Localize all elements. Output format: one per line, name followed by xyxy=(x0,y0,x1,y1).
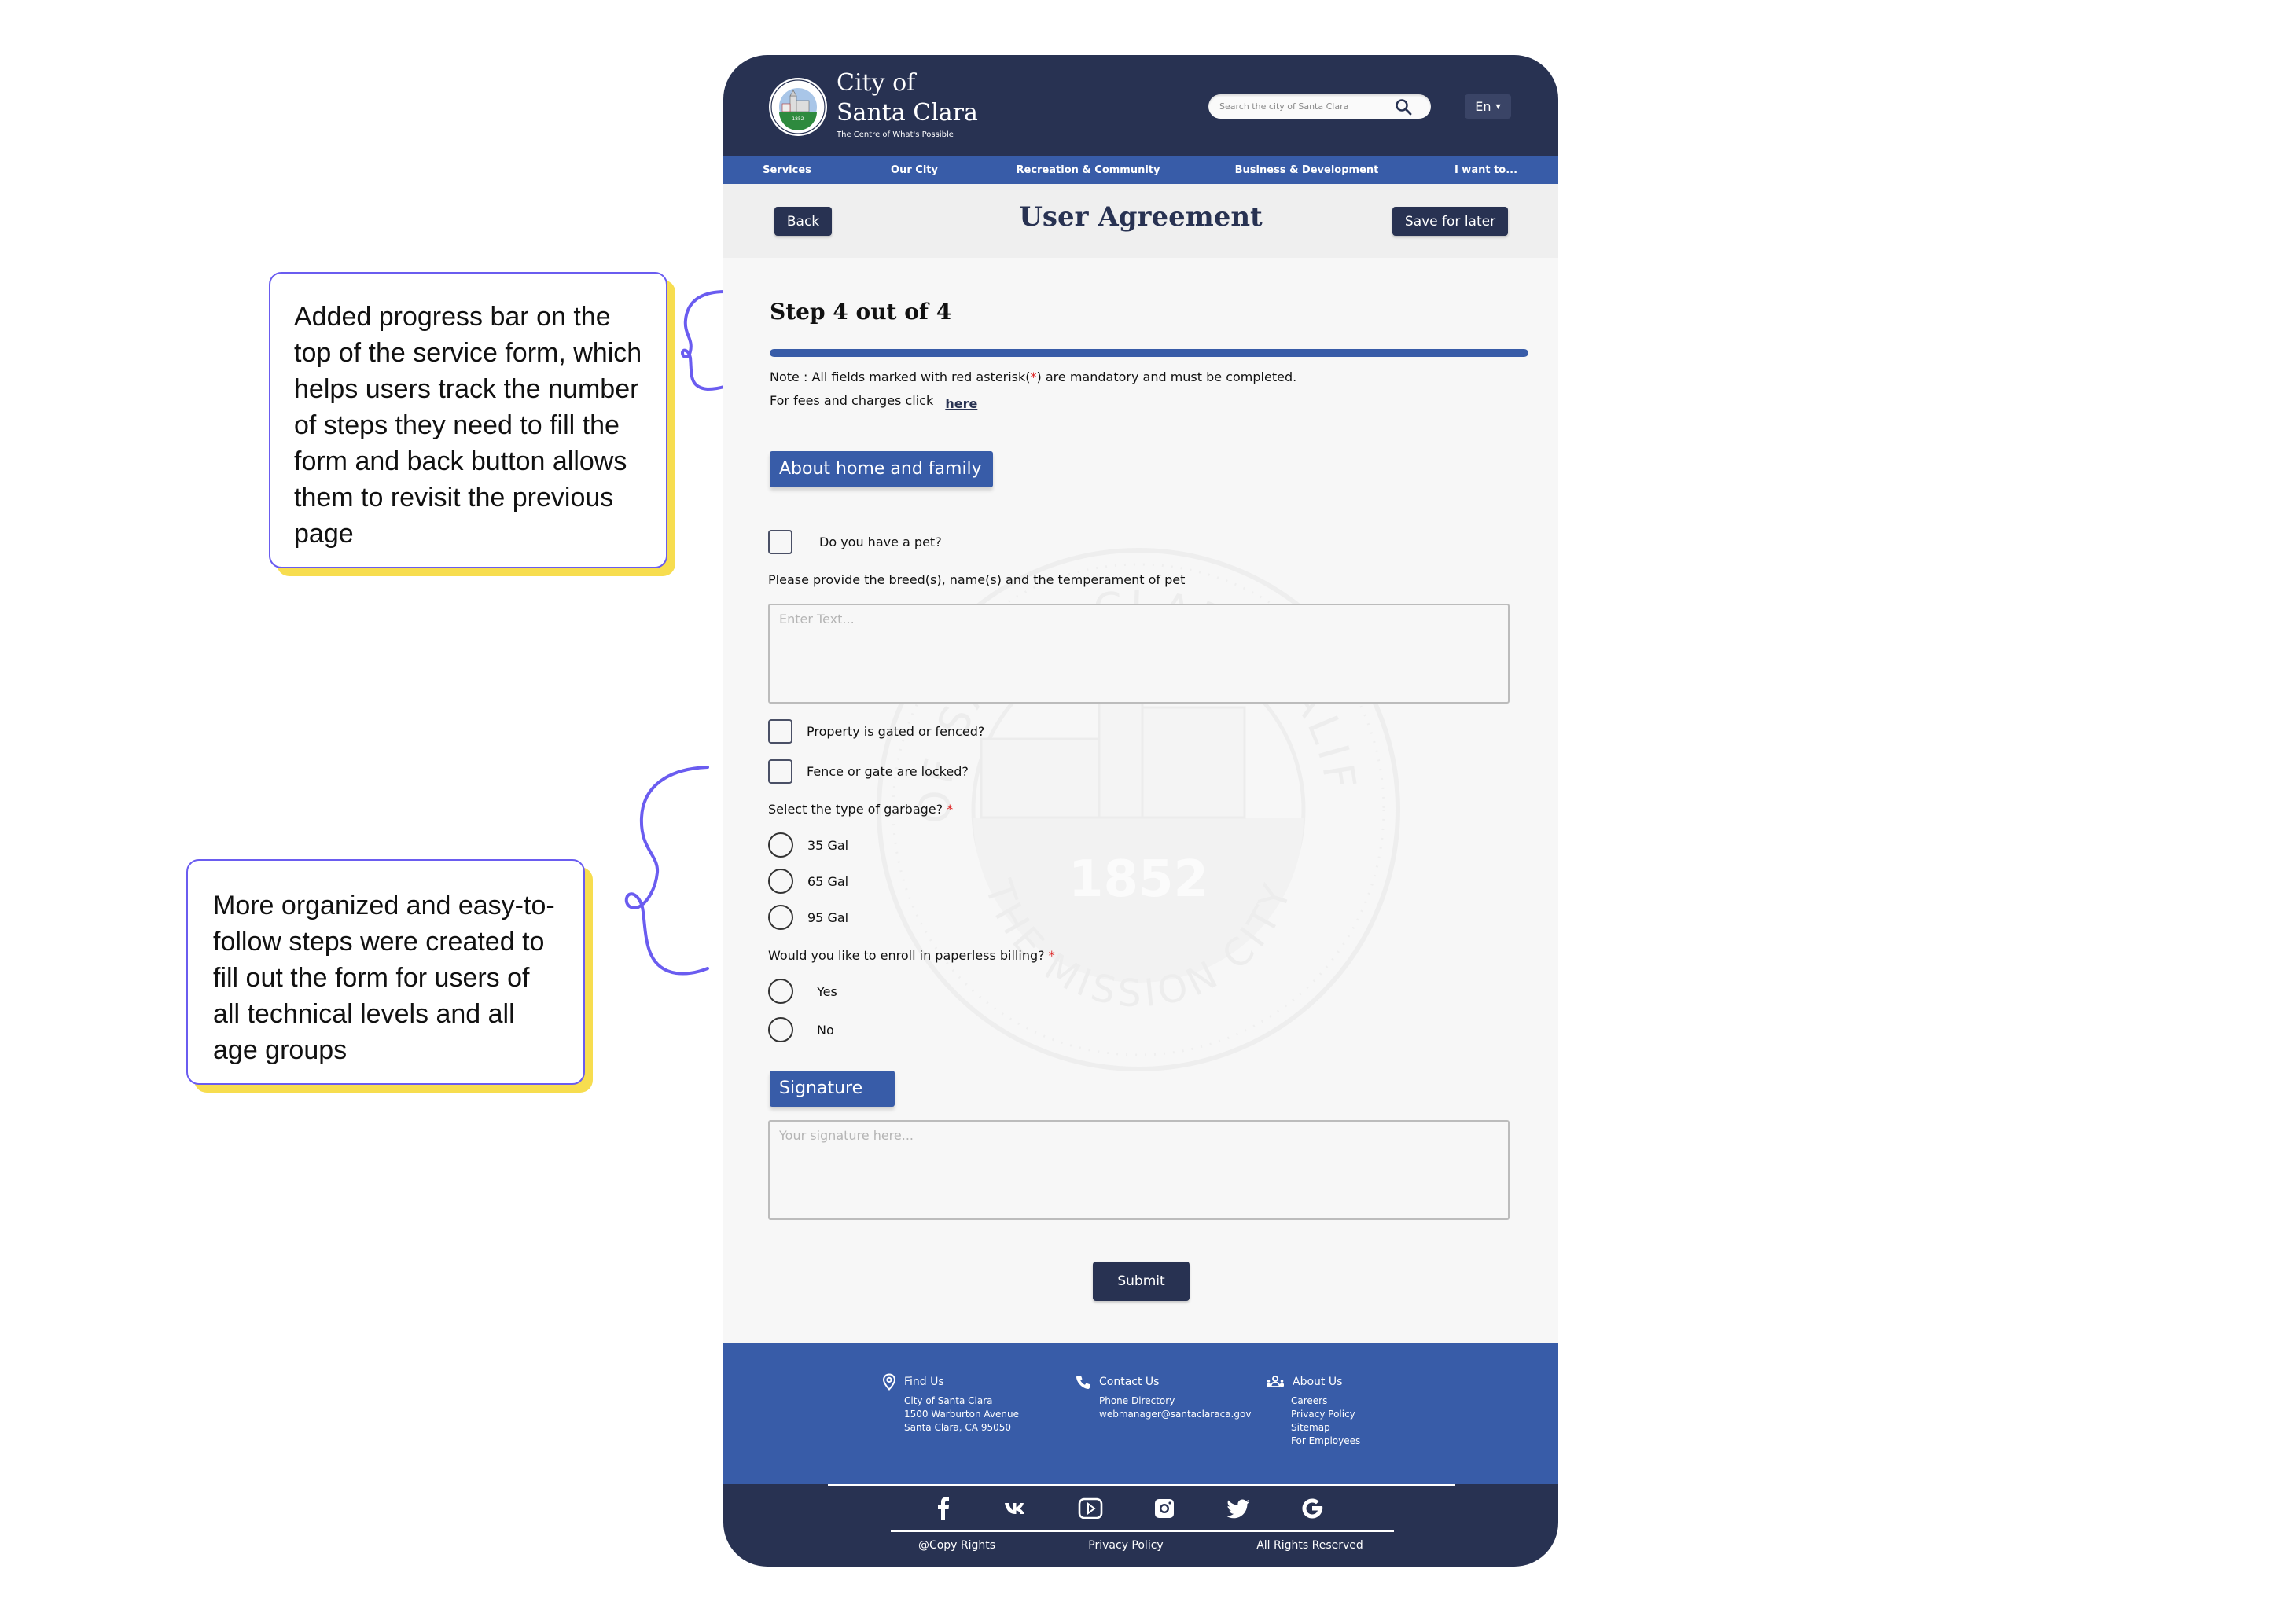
twitter-icon[interactable] xyxy=(1225,1495,1252,1522)
paperless-option-label: Yes xyxy=(817,983,837,999)
footer-address-line: City of Santa Clara xyxy=(904,1395,993,1406)
footer-contact-us: Contact Us Phone Directory webmanager@sa… xyxy=(1076,1372,1251,1421)
pet-details-label: Please provide the breed(s), name(s) and… xyxy=(768,572,1186,587)
footer-link-privacy[interactable]: Privacy Policy xyxy=(1291,1408,1360,1421)
paperless-question-label: Would you like to enroll in paperless bi… xyxy=(768,948,1055,963)
footer-privacy-policy-link[interactable]: Privacy Policy xyxy=(1088,1539,1163,1552)
footer-copyright: @Copy Rights xyxy=(918,1539,996,1552)
garbage-35-radio[interactable] xyxy=(768,832,793,858)
garbage-question-text: Select the type of garbage? xyxy=(768,802,943,817)
fees-note: For fees and charges click here xyxy=(770,393,977,411)
google-icon[interactable] xyxy=(1299,1495,1326,1522)
paperless-option-row: Yes xyxy=(768,979,837,1004)
step-indicator: Step 4 out of 4 xyxy=(770,299,952,325)
footer-link-phone-directory[interactable]: Phone Directory xyxy=(1099,1394,1251,1408)
garbage-option-row: 65 Gal xyxy=(768,869,848,894)
paperless-option-label: No xyxy=(817,1022,834,1038)
annotation-text: Added progress bar on the top of the ser… xyxy=(294,302,642,549)
footer-bottom-bar: @Copy Rights Privacy Policy All Rights R… xyxy=(723,1484,1558,1567)
garbage-option-row: 35 Gal xyxy=(768,832,848,858)
footer-find-us: Find Us City of Santa Clara 1500 Warburt… xyxy=(882,1372,1019,1435)
progress-bar-fill xyxy=(770,349,1528,357)
locked-question-label: Fence or gate are locked? xyxy=(807,764,969,779)
footer-link-email[interactable]: webmanager@santaclaraca.gov xyxy=(1099,1408,1251,1421)
footer-link-careers[interactable]: Careers xyxy=(1291,1394,1360,1408)
pet-checkbox[interactable] xyxy=(768,530,792,554)
paperless-no-radio[interactable] xyxy=(768,1017,793,1042)
mandatory-note: Note : All fields marked with red asteri… xyxy=(770,369,1296,384)
required-asterisk: * xyxy=(947,802,954,817)
site-footer: Find Us City of Santa Clara 1500 Warburt… xyxy=(723,1343,1558,1484)
annotation-text: More organized and easy-to-follow steps … xyxy=(213,891,555,1065)
pet-details-textarea[interactable] xyxy=(768,604,1510,704)
gated-checkbox-row: Property is gated or fenced? xyxy=(768,719,984,744)
required-asterisk: * xyxy=(1048,948,1055,963)
submit-button[interactable]: Submit xyxy=(1093,1262,1190,1301)
instagram-icon[interactable] xyxy=(1151,1495,1178,1522)
footer-heading: Contact Us xyxy=(1099,1376,1160,1388)
curly-bracket-icon xyxy=(624,766,709,976)
facebook-icon[interactable] xyxy=(930,1495,957,1522)
progress-bar xyxy=(770,349,1528,357)
paperless-option-row: No xyxy=(768,1017,834,1042)
fees-link[interactable]: here xyxy=(945,396,977,411)
gated-checkbox[interactable] xyxy=(768,719,792,744)
form-content: Step 4 out of 4 Note : All fields marked… xyxy=(723,55,1558,1567)
garbage-option-label: 65 Gal xyxy=(807,873,849,889)
section-header-home-family: About home and family xyxy=(770,451,993,487)
garbage-95-radio[interactable] xyxy=(768,905,793,930)
garbage-65-radio[interactable] xyxy=(768,869,793,894)
footer-link-sitemap[interactable]: Sitemap xyxy=(1291,1421,1360,1435)
youtube-icon[interactable] xyxy=(1077,1495,1104,1522)
paperless-yes-radio[interactable] xyxy=(768,979,793,1004)
footer-divider xyxy=(891,1530,1394,1532)
footer-heading: Find Us xyxy=(904,1376,944,1388)
locked-checkbox-row: Fence or gate are locked? xyxy=(768,759,969,784)
signature-textarea[interactable] xyxy=(768,1120,1510,1220)
footer-address-line: 1500 Warburton Avenue xyxy=(904,1409,1019,1420)
footer-about-us: About Us Careers Privacy Policy Sitemap … xyxy=(1266,1372,1360,1448)
footer-address-line: Santa Clara, CA 95050 xyxy=(904,1422,1012,1433)
gated-question-label: Property is gated or fenced? xyxy=(807,724,985,739)
garbage-option-label: 35 Gal xyxy=(807,837,849,853)
footer-divider xyxy=(828,1484,1455,1486)
fees-text: For fees and charges click xyxy=(770,393,934,408)
garbage-option-row: 95 Gal xyxy=(768,905,848,930)
pet-question-label: Do you have a pet? xyxy=(819,535,942,549)
required-asterisk: * xyxy=(1030,369,1037,384)
vk-icon[interactable] xyxy=(1003,1495,1030,1522)
footer-all-rights: All Rights Reserved xyxy=(1256,1539,1363,1552)
pet-checkbox-row: Do you have a pet? xyxy=(768,530,942,554)
people-group-icon xyxy=(1267,1376,1284,1387)
locked-checkbox[interactable] xyxy=(768,759,792,784)
garbage-question-label: Select the type of garbage? * xyxy=(768,802,953,817)
garbage-option-label: 95 Gal xyxy=(807,909,849,925)
paperless-question-text: Would you like to enroll in paperless bi… xyxy=(768,948,1045,963)
section-header-signature: Signature xyxy=(770,1071,895,1107)
annotation-callout-steps: More organized and easy-to-follow steps … xyxy=(186,859,585,1085)
note-text: Note : All fields marked with red asteri… xyxy=(770,369,1031,384)
page-frame: 1852 City of Santa Clara The Centre of W… xyxy=(723,55,1558,1567)
footer-link-employees[interactable]: For Employees xyxy=(1291,1435,1360,1448)
note-text: ) are mandatory and must be completed. xyxy=(1036,369,1297,384)
annotation-callout-progress: Added progress bar on the top of the ser… xyxy=(269,272,667,568)
location-pin-icon xyxy=(882,1373,896,1391)
footer-heading: About Us xyxy=(1293,1376,1343,1388)
phone-icon xyxy=(1076,1376,1090,1389)
